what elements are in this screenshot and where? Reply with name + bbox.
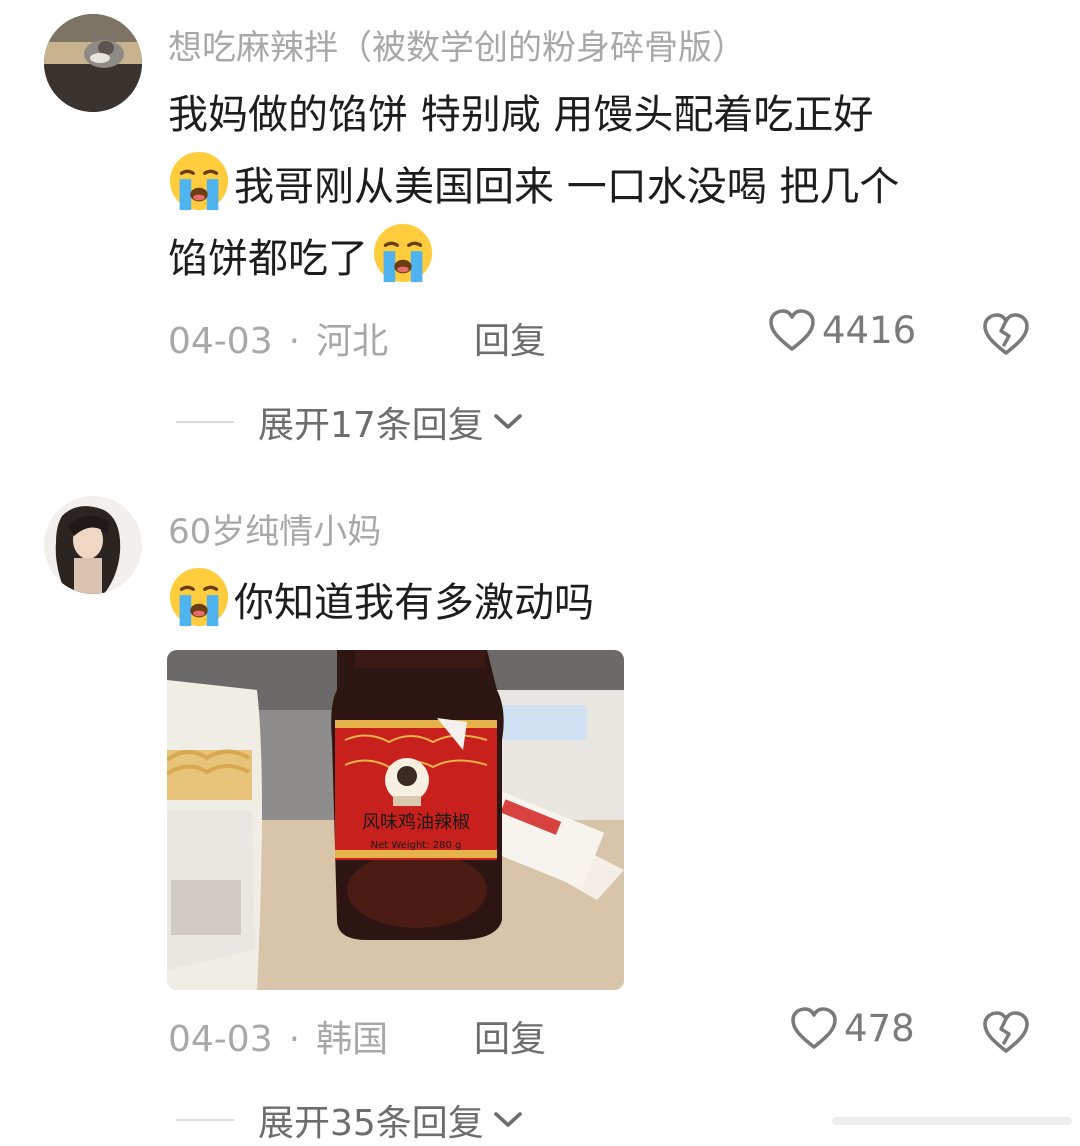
avatar[interactable] <box>44 14 142 112</box>
dislike-button[interactable] <box>982 312 1030 360</box>
reply-button[interactable]: 回复 <box>474 312 546 364</box>
comment-1: 想吃麻辣拌（被数学创的粉身碎骨版） 我妈做的馅饼 特别咸 用馒头配着吃正好 我哥… <box>0 0 1080 480</box>
comment-meta: 04-03 · 河北 <box>168 312 388 364</box>
chili-oil-jar-photo: 风味鸡油辣椒 Net Weight: 280 g <box>167 650 624 990</box>
dislike-button[interactable] <box>982 1010 1030 1058</box>
comment-line: 馅饼都吃了 <box>168 222 1048 294</box>
chevron-down-icon <box>492 412 524 432</box>
comment-text: 你知道我有多激动吗 <box>168 566 1048 638</box>
avatar[interactable] <box>44 496 142 594</box>
comment-line: 我妈做的馅饼 特别咸 用馒头配着吃正好 <box>168 92 874 138</box>
divider-line <box>176 1119 234 1121</box>
heart-icon <box>768 308 816 352</box>
username[interactable]: 想吃麻辣拌（被数学创的粉身碎骨版） <box>168 20 746 69</box>
reply-button[interactable]: 回复 <box>474 1010 546 1062</box>
comment-line: 你知道我有多激动吗 <box>168 566 1048 638</box>
comment-line: 我哥刚从美国回来 一口水没喝 把几个 <box>168 150 1048 222</box>
comment-date: 04-03 <box>168 321 273 362</box>
like-button[interactable]: 4416 <box>768 308 916 352</box>
expand-replies-label: 展开35条回复 <box>258 1103 484 1144</box>
comment-meta: 04-03 · 韩国 <box>168 1010 388 1062</box>
comment-date: 04-03 <box>168 1019 273 1060</box>
broken-heart-icon <box>982 312 1030 356</box>
broken-heart-icon <box>982 1010 1030 1054</box>
expand-replies-button[interactable]: 展开35条回复 <box>176 1094 524 1146</box>
expand-replies-button[interactable]: 展开17条回复 <box>176 396 524 448</box>
like-count: 4416 <box>822 308 917 352</box>
loudly-crying-face-icon <box>372 222 434 284</box>
expand-replies-label: 展开17条回复 <box>258 405 484 446</box>
chevron-down-icon <box>492 1110 524 1130</box>
like-button[interactable]: 478 <box>790 1006 915 1050</box>
loudly-crying-face-icon <box>168 566 230 628</box>
comment-text: 我妈做的馅饼 特别咸 用馒头配着吃正好 我哥刚从美国回来 一口水没喝 把几个 馅… <box>168 80 1048 294</box>
comment-photo[interactable]: 风味鸡油辣椒 Net Weight: 280 g <box>167 650 624 990</box>
jar-weight-text: Net Weight: 280 g <box>371 840 462 851</box>
comment-location: 韩国 <box>316 1019 389 1060</box>
divider-line <box>176 421 234 423</box>
like-count: 478 <box>844 1006 915 1050</box>
loudly-crying-face-icon <box>168 150 230 212</box>
comment-location: 河北 <box>316 321 389 362</box>
jar-label-text: 风味鸡油辣椒 <box>362 812 470 833</box>
meta-separator: · <box>288 321 301 362</box>
watermark <box>832 1117 1072 1125</box>
heart-icon <box>790 1006 838 1050</box>
username[interactable]: 60岁纯情小妈 <box>168 504 381 553</box>
comment-2: 60岁纯情小妈 你知道我有多激动吗 风味鸡油辣椒 Net Weight: 280… <box>0 480 1080 1144</box>
meta-separator: · <box>288 1019 301 1060</box>
